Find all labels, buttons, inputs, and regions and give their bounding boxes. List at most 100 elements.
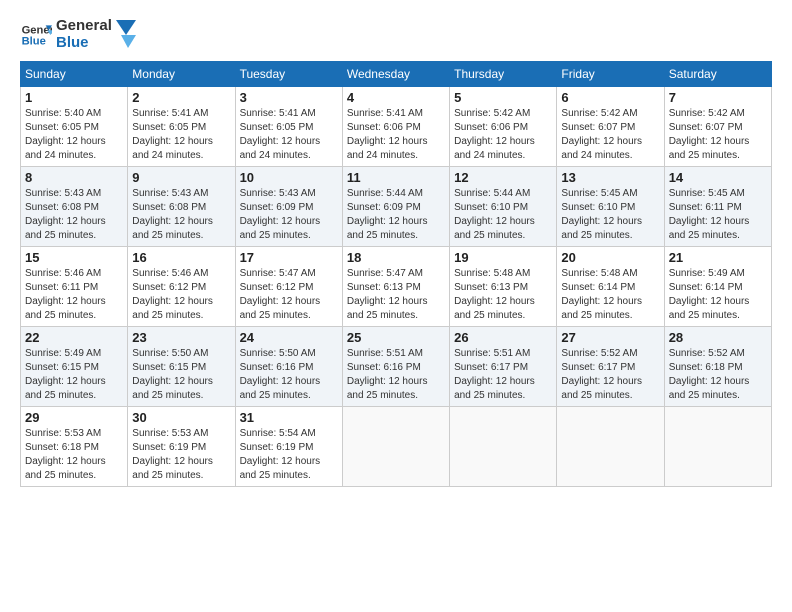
- day-number: 29: [25, 410, 123, 425]
- daylight-label: Daylight: 12 hours and 24 minutes.: [454, 136, 535, 161]
- calendar-cell: 22 Sunrise: 5:49 AM Sunset: 6:15 PM Dayl…: [21, 327, 128, 407]
- daylight-label: Daylight: 12 hours and 25 minutes.: [561, 296, 642, 321]
- day-info: Sunrise: 5:52 AM Sunset: 6:17 PM Dayligh…: [561, 347, 659, 403]
- calendar-cell: 18 Sunrise: 5:47 AM Sunset: 6:13 PM Dayl…: [342, 247, 449, 327]
- calendar-cell: 25 Sunrise: 5:51 AM Sunset: 6:16 PM Dayl…: [342, 327, 449, 407]
- weekday-row: Sunday Monday Tuesday Wednesday Thursday…: [21, 62, 772, 87]
- calendar-cell: 7 Sunrise: 5:42 AM Sunset: 6:07 PM Dayli…: [664, 87, 771, 167]
- daylight-label: Daylight: 12 hours and 25 minutes.: [25, 216, 106, 241]
- sunrise-label: Sunrise: 5:42 AM: [669, 108, 745, 119]
- daylight-label: Daylight: 12 hours and 25 minutes.: [240, 456, 321, 481]
- day-info: Sunrise: 5:46 AM Sunset: 6:12 PM Dayligh…: [132, 267, 230, 323]
- day-number: 3: [240, 90, 338, 105]
- day-number: 23: [132, 330, 230, 345]
- day-number: 8: [25, 170, 123, 185]
- day-number: 19: [454, 250, 552, 265]
- day-info: Sunrise: 5:44 AM Sunset: 6:10 PM Dayligh…: [454, 187, 552, 243]
- sunset-label: Sunset: 6:15 PM: [25, 362, 99, 373]
- calendar-cell: 26 Sunrise: 5:51 AM Sunset: 6:17 PM Dayl…: [450, 327, 557, 407]
- calendar-cell: 14 Sunrise: 5:45 AM Sunset: 6:11 PM Dayl…: [664, 167, 771, 247]
- daylight-label: Daylight: 12 hours and 25 minutes.: [454, 216, 535, 241]
- sunrise-label: Sunrise: 5:48 AM: [454, 268, 530, 279]
- logo-general: General: [56, 18, 112, 35]
- logo-icon: General Blue: [20, 19, 52, 51]
- day-number: 9: [132, 170, 230, 185]
- calendar-cell: 19 Sunrise: 5:48 AM Sunset: 6:13 PM Dayl…: [450, 247, 557, 327]
- sunrise-label: Sunrise: 5:48 AM: [561, 268, 637, 279]
- day-number: 17: [240, 250, 338, 265]
- day-info: Sunrise: 5:42 AM Sunset: 6:06 PM Dayligh…: [454, 107, 552, 163]
- daylight-label: Daylight: 12 hours and 24 minutes.: [25, 136, 106, 161]
- day-number: 2: [132, 90, 230, 105]
- day-info: Sunrise: 5:50 AM Sunset: 6:15 PM Dayligh…: [132, 347, 230, 403]
- logo-blue: Blue: [56, 35, 112, 52]
- col-sunday: Sunday: [21, 62, 128, 87]
- sunset-label: Sunset: 6:16 PM: [240, 362, 314, 373]
- sunset-label: Sunset: 6:14 PM: [561, 282, 635, 293]
- col-monday: Monday: [128, 62, 235, 87]
- calendar-cell: [342, 407, 449, 487]
- calendar-cell: 28 Sunrise: 5:52 AM Sunset: 6:18 PM Dayl…: [664, 327, 771, 407]
- day-info: Sunrise: 5:50 AM Sunset: 6:16 PM Dayligh…: [240, 347, 338, 403]
- day-info: Sunrise: 5:48 AM Sunset: 6:13 PM Dayligh…: [454, 267, 552, 323]
- sunset-label: Sunset: 6:17 PM: [454, 362, 528, 373]
- sunset-label: Sunset: 6:05 PM: [25, 122, 99, 133]
- day-number: 24: [240, 330, 338, 345]
- calendar-cell: 12 Sunrise: 5:44 AM Sunset: 6:10 PM Dayl…: [450, 167, 557, 247]
- col-tuesday: Tuesday: [235, 62, 342, 87]
- calendar-table: Sunday Monday Tuesday Wednesday Thursday…: [20, 61, 772, 487]
- sunrise-label: Sunrise: 5:49 AM: [25, 348, 101, 359]
- svg-text:Blue: Blue: [22, 35, 46, 47]
- sunrise-label: Sunrise: 5:40 AM: [25, 108, 101, 119]
- logo-arrow-icon: [116, 20, 136, 50]
- day-number: 25: [347, 330, 445, 345]
- calendar-cell: 11 Sunrise: 5:44 AM Sunset: 6:09 PM Dayl…: [342, 167, 449, 247]
- daylight-label: Daylight: 12 hours and 24 minutes.: [132, 136, 213, 161]
- sunset-label: Sunset: 6:12 PM: [132, 282, 206, 293]
- calendar-cell: 21 Sunrise: 5:49 AM Sunset: 6:14 PM Dayl…: [664, 247, 771, 327]
- col-friday: Friday: [557, 62, 664, 87]
- col-wednesday: Wednesday: [342, 62, 449, 87]
- day-info: Sunrise: 5:51 AM Sunset: 6:17 PM Dayligh…: [454, 347, 552, 403]
- sunset-label: Sunset: 6:16 PM: [347, 362, 421, 373]
- day-number: 22: [25, 330, 123, 345]
- calendar-cell: [450, 407, 557, 487]
- sunset-label: Sunset: 6:19 PM: [240, 442, 314, 453]
- day-number: 30: [132, 410, 230, 425]
- sunrise-label: Sunrise: 5:53 AM: [132, 428, 208, 439]
- day-info: Sunrise: 5:47 AM Sunset: 6:13 PM Dayligh…: [347, 267, 445, 323]
- day-info: Sunrise: 5:53 AM Sunset: 6:18 PM Dayligh…: [25, 427, 123, 483]
- calendar-cell: 1 Sunrise: 5:40 AM Sunset: 6:05 PM Dayli…: [21, 87, 128, 167]
- calendar-cell: [664, 407, 771, 487]
- sunset-label: Sunset: 6:07 PM: [561, 122, 635, 133]
- daylight-label: Daylight: 12 hours and 25 minutes.: [25, 376, 106, 401]
- calendar-cell: 15 Sunrise: 5:46 AM Sunset: 6:11 PM Dayl…: [21, 247, 128, 327]
- day-number: 14: [669, 170, 767, 185]
- sunrise-label: Sunrise: 5:42 AM: [561, 108, 637, 119]
- sunrise-label: Sunrise: 5:45 AM: [561, 188, 637, 199]
- sunrise-label: Sunrise: 5:46 AM: [132, 268, 208, 279]
- daylight-label: Daylight: 12 hours and 25 minutes.: [669, 376, 750, 401]
- day-number: 21: [669, 250, 767, 265]
- calendar-cell: 31 Sunrise: 5:54 AM Sunset: 6:19 PM Dayl…: [235, 407, 342, 487]
- calendar-cell: 29 Sunrise: 5:53 AM Sunset: 6:18 PM Dayl…: [21, 407, 128, 487]
- daylight-label: Daylight: 12 hours and 25 minutes.: [240, 216, 321, 241]
- daylight-label: Daylight: 12 hours and 25 minutes.: [347, 216, 428, 241]
- daylight-label: Daylight: 12 hours and 24 minutes.: [240, 136, 321, 161]
- day-number: 1: [25, 90, 123, 105]
- day-number: 18: [347, 250, 445, 265]
- sunrise-label: Sunrise: 5:41 AM: [132, 108, 208, 119]
- calendar-cell: 24 Sunrise: 5:50 AM Sunset: 6:16 PM Dayl…: [235, 327, 342, 407]
- day-info: Sunrise: 5:43 AM Sunset: 6:08 PM Dayligh…: [25, 187, 123, 243]
- day-info: Sunrise: 5:49 AM Sunset: 6:15 PM Dayligh…: [25, 347, 123, 403]
- sunrise-label: Sunrise: 5:51 AM: [454, 348, 530, 359]
- day-info: Sunrise: 5:45 AM Sunset: 6:11 PM Dayligh…: [669, 187, 767, 243]
- day-info: Sunrise: 5:41 AM Sunset: 6:05 PM Dayligh…: [240, 107, 338, 163]
- calendar-cell: 4 Sunrise: 5:41 AM Sunset: 6:06 PM Dayli…: [342, 87, 449, 167]
- day-info: Sunrise: 5:53 AM Sunset: 6:19 PM Dayligh…: [132, 427, 230, 483]
- calendar-cell: 13 Sunrise: 5:45 AM Sunset: 6:10 PM Dayl…: [557, 167, 664, 247]
- sunrise-label: Sunrise: 5:50 AM: [240, 348, 316, 359]
- day-info: Sunrise: 5:42 AM Sunset: 6:07 PM Dayligh…: [669, 107, 767, 163]
- calendar-header: Sunday Monday Tuesday Wednesday Thursday…: [21, 62, 772, 87]
- day-number: 27: [561, 330, 659, 345]
